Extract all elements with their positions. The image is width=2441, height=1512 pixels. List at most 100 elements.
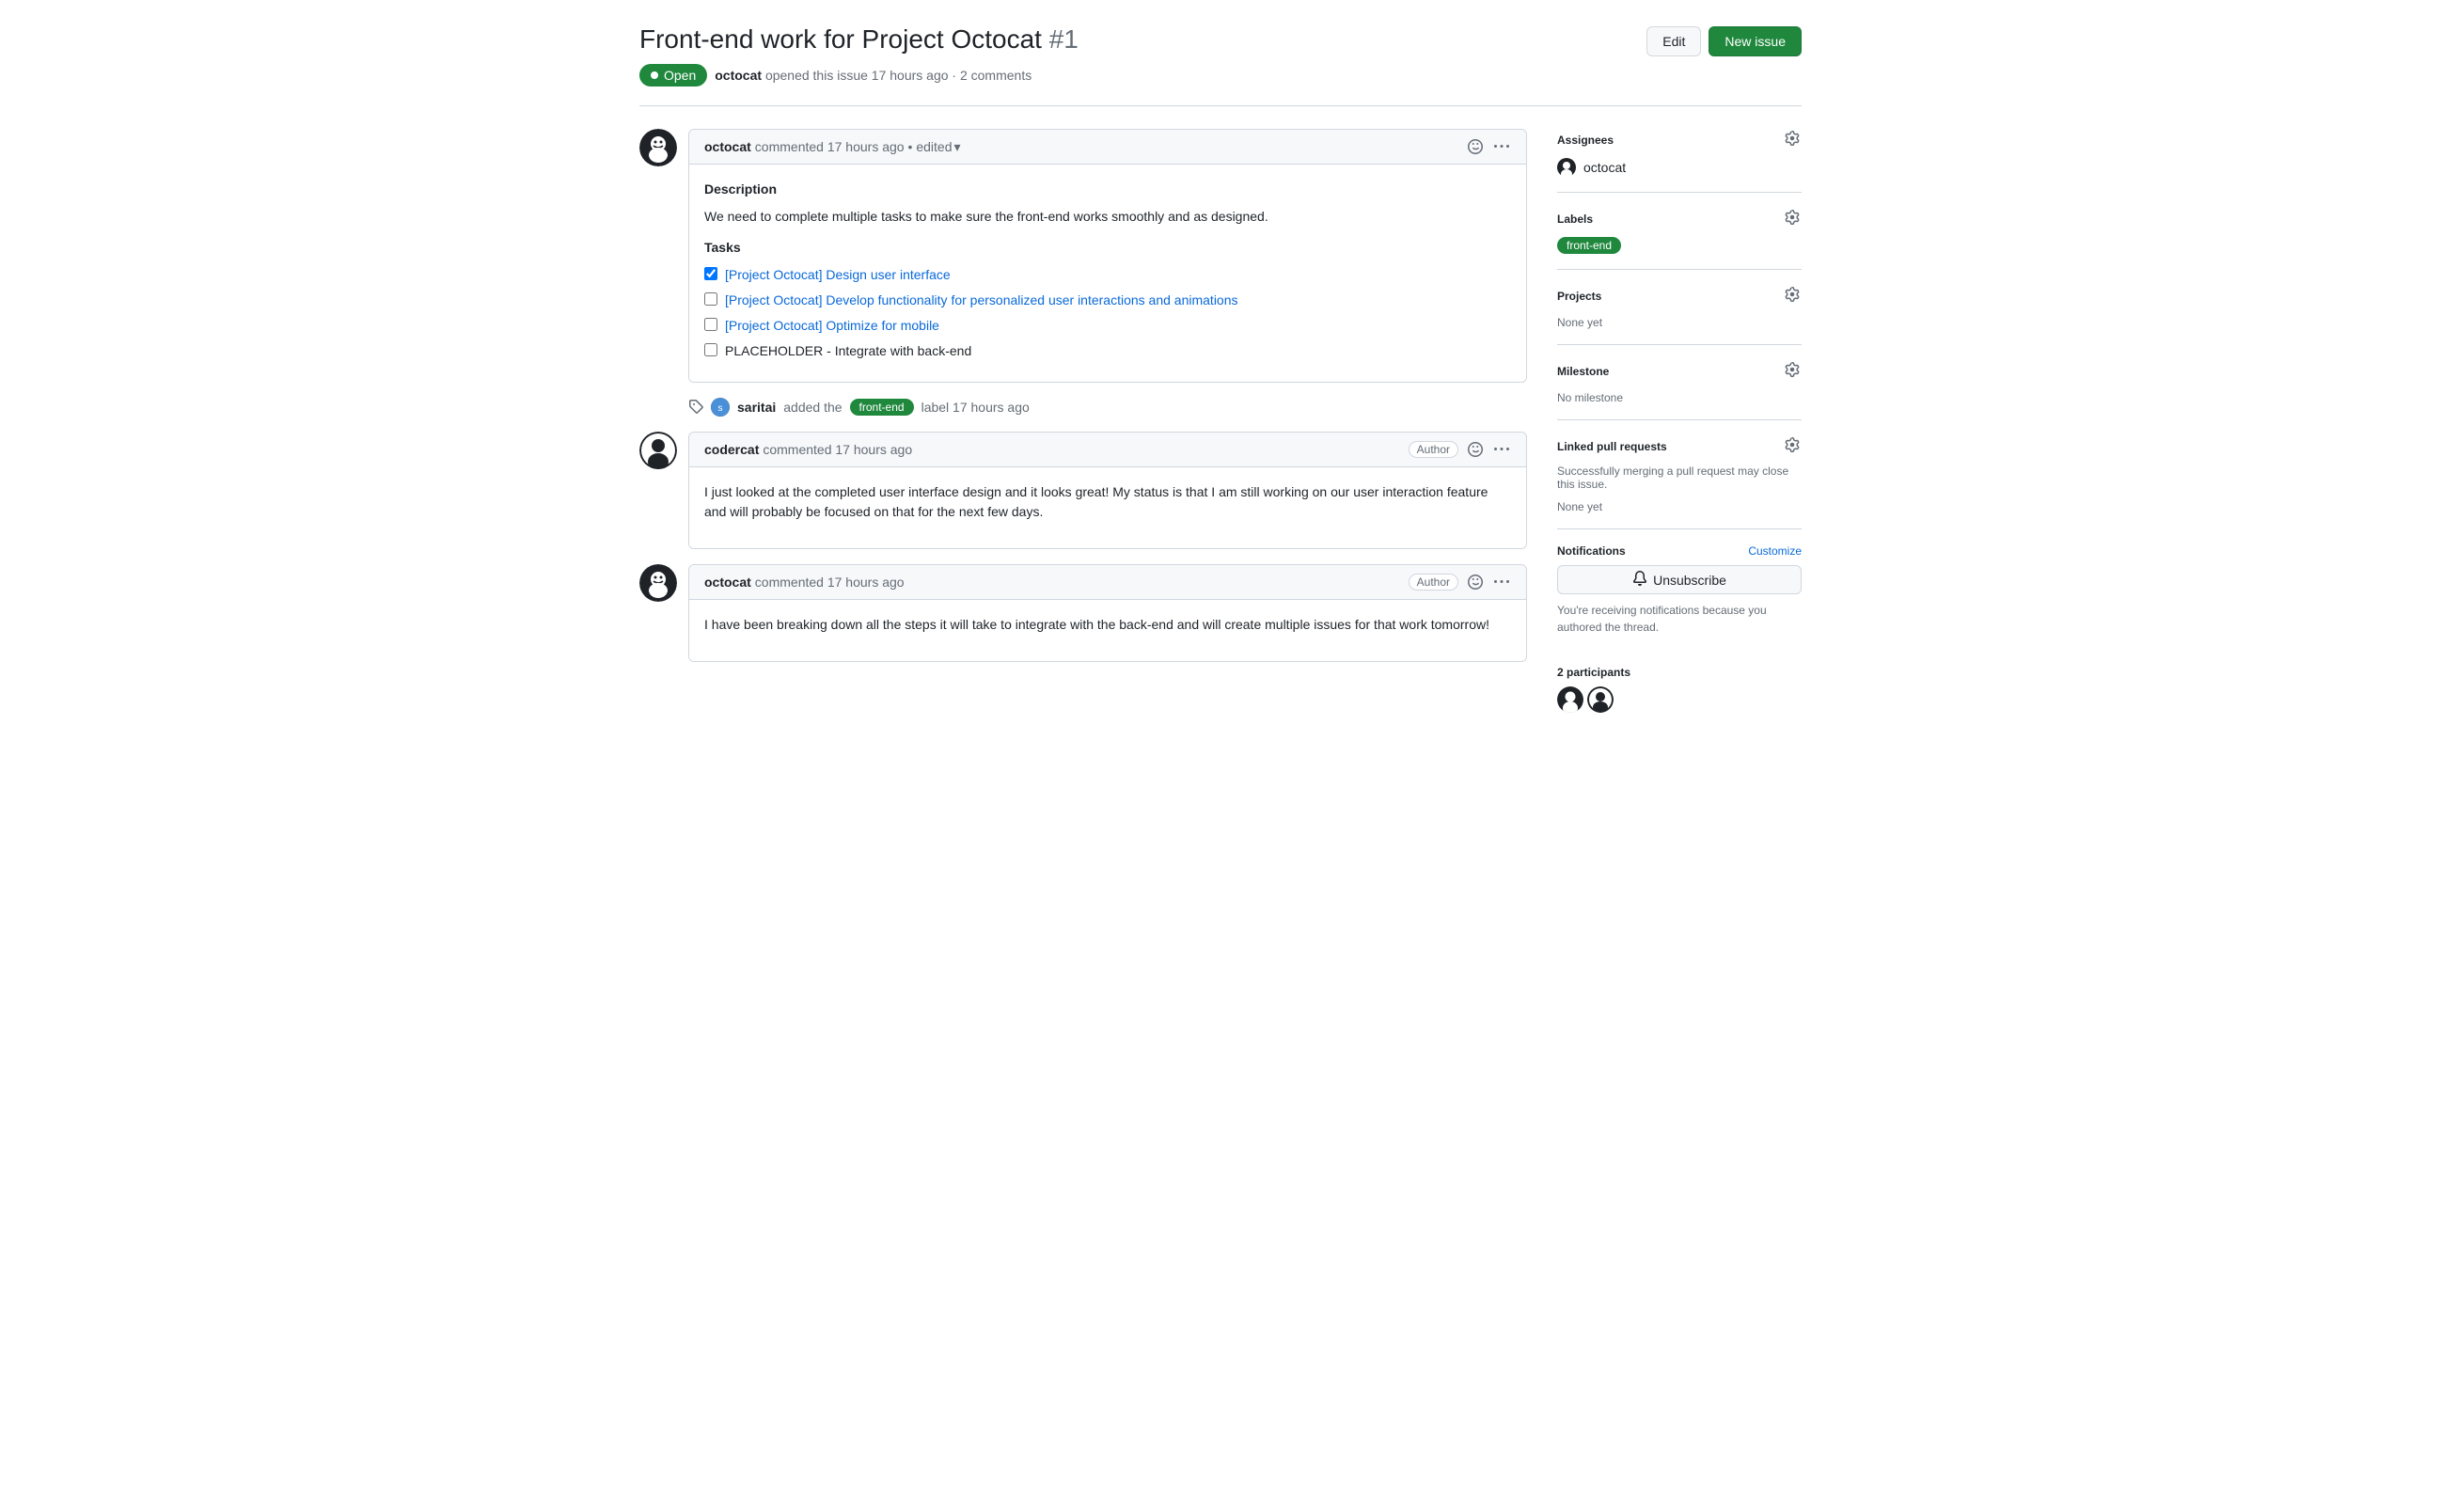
linked-pr-gear-button[interactable]: [1783, 435, 1802, 457]
comment-body: I just looked at the completed user inte…: [689, 467, 1526, 548]
issue-author: octocat: [715, 68, 762, 83]
linked-pr-section: Linked pull requests Successfully mergin…: [1557, 420, 1802, 529]
issue-title: Front-end work for Project Octocat #1: [639, 23, 1079, 56]
new-issue-button[interactable]: New issue: [1709, 26, 1802, 56]
timeline-action: added the: [783, 400, 842, 415]
linked-pr-title: Linked pull requests: [1557, 440, 1667, 453]
comment-body: I have been breaking down all the steps …: [689, 600, 1526, 661]
comment-author: codercat: [704, 442, 759, 457]
main-content: octocat commented 17 hours ago • edited …: [639, 129, 1527, 728]
edited-button[interactable]: edited ▾: [916, 139, 960, 155]
participant-avatar: [1557, 686, 1583, 713]
labels-title: Labels: [1557, 213, 1593, 226]
customize-link[interactable]: Customize: [1748, 544, 1802, 558]
milestone-title: Milestone: [1557, 365, 1609, 378]
comment-header-left: octocat commented 17 hours ago • edited …: [704, 139, 961, 155]
sidebar: Assignees octocat: [1557, 129, 1802, 728]
svg-text:s: s: [718, 403, 723, 414]
task-checkbox[interactable]: [704, 292, 717, 306]
comment-body: Description We need to complete multiple…: [689, 165, 1526, 382]
comment-header-right: Author: [1409, 573, 1511, 591]
emoji-button[interactable]: [1466, 573, 1485, 591]
participant-avatar: [1587, 686, 1614, 713]
participants-title: 2 participants: [1557, 666, 1802, 679]
assignees-title: Assignees: [1557, 134, 1614, 147]
chevron-down-icon: ▾: [954, 139, 961, 155]
assignees-gear-button[interactable]: [1783, 129, 1802, 150]
issue-number: #1: [1049, 24, 1079, 54]
comment-box: octocat commented 17 hours ago • edited …: [688, 129, 1527, 383]
emoji-button[interactable]: [1466, 137, 1485, 156]
avatar: [639, 129, 677, 166]
linked-pr-none: None yet: [1557, 500, 1602, 513]
label-badge: front-end: [1557, 237, 1621, 254]
comment-item: octocat commented 17 hours ago Author: [639, 564, 1527, 662]
task-checkbox[interactable]: [704, 267, 717, 280]
task-item: [Project Octocat] Design user interface: [704, 265, 1511, 285]
main-layout: octocat commented 17 hours ago • edited …: [639, 129, 1802, 728]
more-options-button[interactable]: [1492, 137, 1511, 156]
avatar: [639, 564, 677, 602]
comment-timestamp: commented 17 hours ago: [755, 575, 905, 590]
milestone-header: Milestone: [1557, 360, 1802, 382]
comment-header-right: [1466, 137, 1511, 156]
task-checkbox[interactable]: [704, 318, 717, 331]
author-badge: Author: [1409, 574, 1458, 591]
author-badge: Author: [1409, 441, 1458, 458]
comment-timestamp: commented 17 hours ago: [763, 442, 912, 457]
assignee-name: octocat: [1583, 160, 1626, 175]
labels-header: Labels: [1557, 208, 1802, 229]
notifications-section: Notifications Customize Unsubscribe You'…: [1557, 529, 1802, 651]
tasks-title: Tasks: [704, 238, 1511, 258]
task-link[interactable]: [Project Octocat] Optimize for mobile: [725, 316, 939, 336]
comment-item: codercat commented 17 hours ago Author: [639, 432, 1527, 549]
projects-none: None yet: [1557, 316, 1602, 329]
more-options-button[interactable]: [1492, 573, 1511, 591]
milestone-gear-button[interactable]: [1783, 360, 1802, 382]
comment-text: I have been breaking down all the steps …: [704, 615, 1511, 635]
milestone-none: No milestone: [1557, 391, 1623, 404]
task-item: [Project Octocat] Optimize for mobile: [704, 316, 1511, 336]
comment-box: octocat commented 17 hours ago Author: [688, 564, 1527, 662]
task-item: PLACEHOLDER - Integrate with back-end: [704, 341, 1511, 361]
comment-author: octocat: [704, 575, 751, 590]
status-text: Open: [664, 68, 696, 83]
issue-meta: Open octocat opened this issue 17 hours …: [639, 64, 1802, 87]
projects-gear-button[interactable]: [1783, 285, 1802, 307]
notifications-title: Notifications: [1557, 544, 1626, 558]
tag-icon: [688, 399, 703, 417]
header-divider: [639, 105, 1802, 106]
emoji-button[interactable]: [1466, 440, 1485, 459]
comment-header: octocat commented 17 hours ago • edited …: [689, 130, 1526, 165]
task-checkbox[interactable]: [704, 343, 717, 356]
labels-gear-button[interactable]: [1783, 208, 1802, 229]
description-text: We need to complete multiple tasks to ma…: [704, 207, 1511, 227]
linked-pr-desc: Successfully merging a pull request may …: [1557, 465, 1802, 491]
more-options-button[interactable]: [1492, 440, 1511, 459]
assignee-row: octocat: [1557, 158, 1802, 177]
assignees-section: Assignees octocat: [1557, 129, 1802, 193]
timeline-actor-name: saritai: [737, 400, 776, 415]
description-title: Description: [704, 180, 1511, 199]
comment-box: codercat commented 17 hours ago Author: [688, 432, 1527, 549]
notifications-desc: You're receiving notifications because y…: [1557, 602, 1802, 636]
projects-title: Projects: [1557, 290, 1601, 303]
edit-button[interactable]: Edit: [1646, 26, 1701, 56]
task-text: PLACEHOLDER - Integrate with back-end: [725, 341, 971, 361]
issue-meta-text: octocat opened this issue 17 hours ago ·…: [715, 68, 1032, 83]
comment-header: codercat commented 17 hours ago Author: [689, 433, 1526, 467]
unsubscribe-button[interactable]: Unsubscribe: [1557, 565, 1802, 594]
task-item: [Project Octocat] Develop functionality …: [704, 291, 1511, 310]
comment-item: octocat commented 17 hours ago • edited …: [639, 129, 1527, 383]
status-dot: [651, 71, 658, 79]
task-link[interactable]: [Project Octocat] Design user interface: [725, 265, 951, 285]
bell-icon: [1632, 571, 1647, 589]
labels-section: Labels front-end: [1557, 193, 1802, 270]
task-link[interactable]: [Project Octocat] Develop functionality …: [725, 291, 1238, 310]
timeline-event: s saritai added the front-end label 17 h…: [688, 398, 1527, 417]
projects-header: Projects: [1557, 285, 1802, 307]
participants-row: [1557, 686, 1802, 713]
status-badge: Open: [639, 64, 707, 87]
comment-header-right: Author: [1409, 440, 1511, 459]
timeline-suffix: label 17 hours ago: [921, 400, 1030, 415]
